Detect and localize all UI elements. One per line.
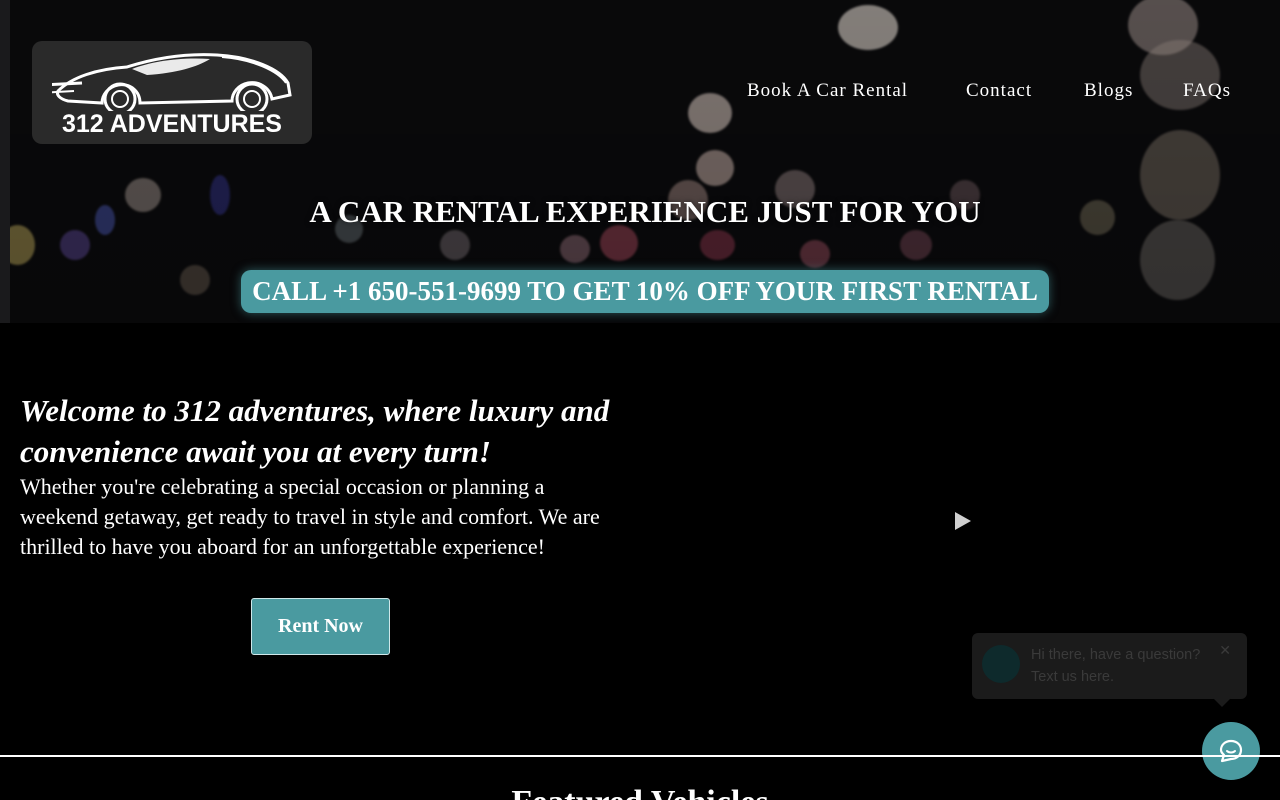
welcome-description: Whether you're celebrating a special occ… xyxy=(20,474,600,559)
featured-vehicles-heading: Featured Vehicles xyxy=(0,784,1280,800)
hero-banner: 312 ADVENTURES Book A Car Rental Contact… xyxy=(0,0,1280,323)
left-edge-strip xyxy=(0,0,10,323)
chat-prompt-bubble[interactable]: Hi there, have a question? Text us here.… xyxy=(972,633,1247,707)
site-logo[interactable]: 312 ADVENTURES xyxy=(32,41,312,144)
welcome-heading: Welcome to 312 adventures, where luxury … xyxy=(20,393,610,469)
nav-faqs[interactable]: FAQs xyxy=(1183,80,1231,102)
promo-call-banner[interactable]: CALL +1 650-551-9699 TO GET 10% OFF YOUR… xyxy=(241,270,1049,313)
chat-avatar xyxy=(982,645,1020,683)
chat-icon xyxy=(1219,739,1243,763)
section-divider xyxy=(0,755,1280,757)
chat-prompt-text: Hi there, have a question? Text us here. xyxy=(1031,647,1201,685)
chat-launcher-button[interactable] xyxy=(1202,722,1260,780)
close-icon[interactable]: ✕ xyxy=(1219,643,1231,659)
logo-wordmark: 312 ADVENTURES xyxy=(62,110,282,138)
nav-book-a-car-rental[interactable]: Book A Car Rental xyxy=(747,80,908,102)
hero-title: A CAR RENTAL EXPERIENCE JUST FOR YOU xyxy=(309,194,981,229)
rent-now-button[interactable]: Rent Now xyxy=(251,598,390,655)
play-icon[interactable] xyxy=(954,511,972,531)
nav-blogs[interactable]: Blogs xyxy=(1084,80,1133,102)
sports-car-icon xyxy=(52,53,292,111)
nav-contact[interactable]: Contact xyxy=(966,80,1032,102)
